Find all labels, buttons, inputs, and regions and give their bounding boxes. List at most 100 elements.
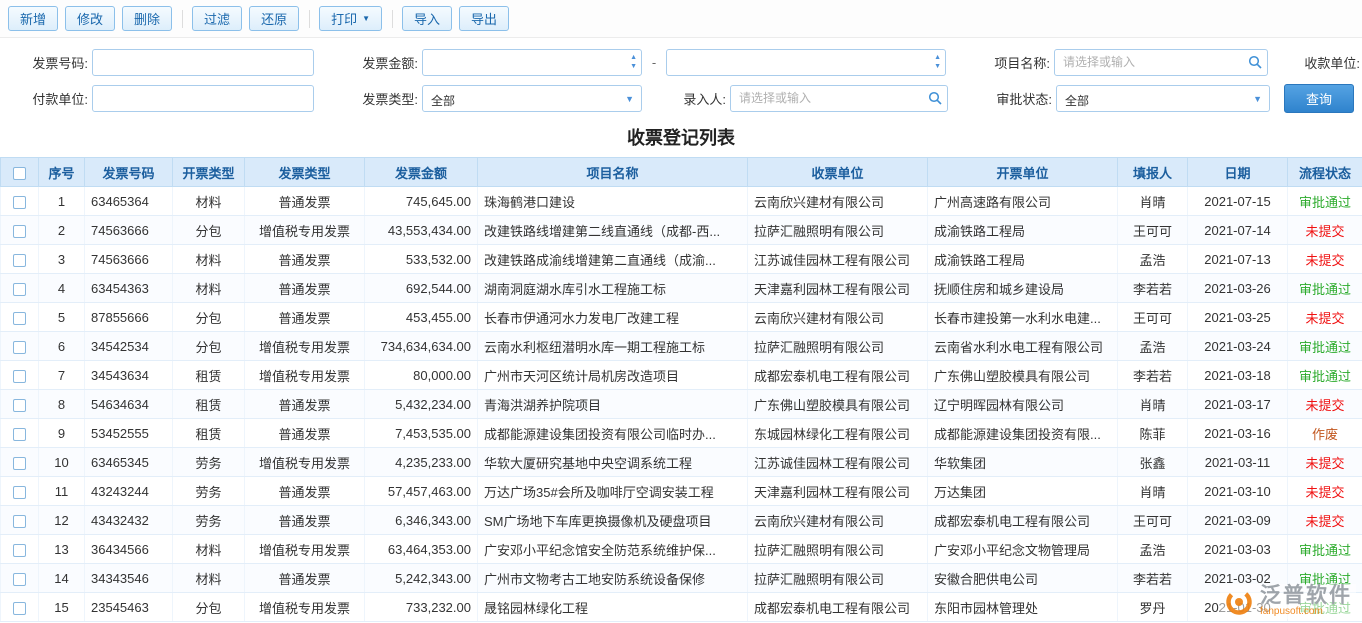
cell-invoice-no[interactable]: 34542534 [85,332,173,361]
column-header[interactable]: 发票类型 [245,158,365,187]
restore-button[interactable]: 还原 [249,6,299,31]
cell-filler[interactable]: 肖晴 [1118,187,1188,216]
cell-payee[interactable]: 成都宏泰机电工程有限公司 [748,593,928,622]
export-button[interactable]: 导出 [459,6,509,31]
cell-project[interactable]: 长春市伊通河水力发电厂改建工程 [478,303,748,332]
row-checkbox[interactable] [13,428,26,441]
row-checkbox[interactable] [13,399,26,412]
select-all-checkbox[interactable] [13,167,26,180]
table-row[interactable]: 854634634租赁普通发票5,432,234.00青海洪湖养护院项目广东佛山… [1,390,1362,419]
cell-issuer[interactable]: 东阳市园林管理处 [928,593,1118,622]
invoice-type-select[interactable]: 全部 ▼ [422,85,642,112]
cell-invoice-no[interactable]: 36434566 [85,535,173,564]
cell-payee[interactable]: 拉萨汇融照明有限公司 [748,332,928,361]
column-header[interactable]: 收票单位 [748,158,928,187]
row-checkbox[interactable] [13,225,26,238]
cell-payee[interactable]: 拉萨汇融照明有限公司 [748,535,928,564]
table-row[interactable]: 587855666分包普通发票453,455.00长春市伊通河水力发电厂改建工程… [1,303,1362,332]
cell-filler[interactable]: 孟浩 [1118,535,1188,564]
cell-invoice-no[interactable]: 74563666 [85,216,173,245]
query-button[interactable]: 查询 [1284,84,1354,113]
delete-button[interactable]: 删除 [122,6,172,31]
row-checkbox[interactable] [13,312,26,325]
cell-filler[interactable]: 陈菲 [1118,419,1188,448]
cell-invoice-no[interactable]: 63454363 [85,274,173,303]
column-header[interactable]: 项目名称 [478,158,748,187]
cell-invoice-no[interactable]: 43243244 [85,477,173,506]
filter-button[interactable]: 过滤 [192,6,242,31]
cell-payee[interactable]: 拉萨汇融照明有限公司 [748,216,928,245]
edit-button[interactable]: 修改 [65,6,115,31]
cell-filler[interactable]: 王可可 [1118,216,1188,245]
payer-unit-input[interactable] [92,85,314,112]
column-header[interactable]: 日期 [1188,158,1288,187]
spinner-icon[interactable]: ▲▼ [934,53,941,71]
table-row[interactable]: 734543634租赁增值税专用发票80,000.00广州市天河区统计局机房改造… [1,361,1362,390]
column-header[interactable]: 填报人 [1118,158,1188,187]
cell-invoice-no[interactable]: 87855666 [85,303,173,332]
cell-payee[interactable]: 拉萨汇融照明有限公司 [748,564,928,593]
entry-person-input[interactable] [730,85,948,112]
add-button[interactable]: 新增 [8,6,58,31]
cell-issuer[interactable]: 广安邓小平纪念文物管理局 [928,535,1118,564]
cell-issuer[interactable]: 云南省水利水电工程有限公司 [928,332,1118,361]
cell-issuer[interactable]: 华软集团 [928,448,1118,477]
project-name-input[interactable] [1054,49,1268,76]
cell-payee[interactable]: 广东佛山塑胶模具有限公司 [748,390,928,419]
cell-issuer[interactable]: 成都能源建设集团投资有限... [928,419,1118,448]
cell-project[interactable]: 云南水利枢纽潜明水库一期工程施工标 [478,332,748,361]
row-checkbox[interactable] [13,602,26,615]
cell-issuer[interactable]: 万达集团 [928,477,1118,506]
cell-project[interactable]: 广州市天河区统计局机房改造项目 [478,361,748,390]
row-checkbox[interactable] [13,457,26,470]
amount-max-input[interactable] [666,49,946,76]
cell-project[interactable]: 青海洪湖养护院项目 [478,390,748,419]
cell-invoice-no[interactable]: 23545463 [85,593,173,622]
cell-invoice-no[interactable]: 74563666 [85,245,173,274]
cell-filler[interactable]: 李若若 [1118,361,1188,390]
cell-issuer[interactable]: 成渝铁路工程局 [928,216,1118,245]
table-row[interactable]: 1336434566材料增值税专用发票63,464,353.00广安邓小平纪念馆… [1,535,1362,564]
cell-filler[interactable]: 罗丹 [1118,593,1188,622]
column-header[interactable]: 序号 [39,158,85,187]
invoice-no-input[interactable] [92,49,314,76]
row-checkbox[interactable] [13,544,26,557]
cell-filler[interactable]: 肖晴 [1118,477,1188,506]
search-icon[interactable] [928,91,942,110]
row-checkbox[interactable] [13,196,26,209]
column-header[interactable]: 开票单位 [928,158,1118,187]
search-icon[interactable] [1248,55,1262,74]
table-row[interactable]: 1523545463分包增值税专用发票733,232.00晟铭园林绿化工程成都宏… [1,593,1362,622]
cell-project[interactable]: 成都能源建设集团投资有限公司临时办... [478,419,748,448]
column-header[interactable]: 流程状态 [1288,158,1362,187]
spinner-icon[interactable]: ▲▼ [630,53,637,71]
cell-project[interactable]: 改建铁路线增建第二线直通线（成都-西... [478,216,748,245]
table-row[interactable]: 274563666分包增值税专用发票43,553,434.00改建铁路线增建第二… [1,216,1362,245]
table-row[interactable]: 374563666材料普通发票533,532.00改建铁路成渝线增建第二直通线（… [1,245,1362,274]
amount-min-input[interactable] [422,49,642,76]
cell-issuer[interactable]: 成渝铁路工程局 [928,245,1118,274]
cell-issuer[interactable]: 成都宏泰机电工程有限公司 [928,506,1118,535]
cell-payee[interactable]: 江苏诚佳园林工程有限公司 [748,448,928,477]
cell-filler[interactable]: 李若若 [1118,274,1188,303]
column-header[interactable]: 开票类型 [173,158,245,187]
table-row[interactable]: 1063465345劳务增值税专用发票4,235,233.00华软大厦研究基地中… [1,448,1362,477]
cell-payee[interactable]: 东城园林绿化工程有限公司 [748,419,928,448]
cell-payee[interactable]: 天津嘉利园林工程有限公司 [748,477,928,506]
table-row[interactable]: 634542534分包增值税专用发票734,634,634.00云南水利枢纽潜明… [1,332,1362,361]
cell-filler[interactable]: 孟浩 [1118,245,1188,274]
cell-project[interactable]: 万达广场35#会所及咖啡厅空调安装工程 [478,477,748,506]
cell-issuer[interactable]: 长春市建投第一水利水电建... [928,303,1118,332]
cell-filler[interactable]: 张鑫 [1118,448,1188,477]
cell-filler[interactable]: 孟浩 [1118,332,1188,361]
cell-payee[interactable]: 成都宏泰机电工程有限公司 [748,361,928,390]
cell-invoice-no[interactable]: 43432432 [85,506,173,535]
row-checkbox[interactable] [13,370,26,383]
cell-issuer[interactable]: 抚顺住房和城乡建设局 [928,274,1118,303]
cell-invoice-no[interactable]: 63465364 [85,187,173,216]
cell-project[interactable]: 改建铁路成渝线增建第二直通线（成渝... [478,245,748,274]
cell-project[interactable]: 华软大厦研究基地中央空调系统工程 [478,448,748,477]
print-button[interactable]: 打印▼ [319,6,382,31]
table-row[interactable]: 953452555租赁普通发票7,453,535.00成都能源建设集团投资有限公… [1,419,1362,448]
cell-invoice-no[interactable]: 53452555 [85,419,173,448]
